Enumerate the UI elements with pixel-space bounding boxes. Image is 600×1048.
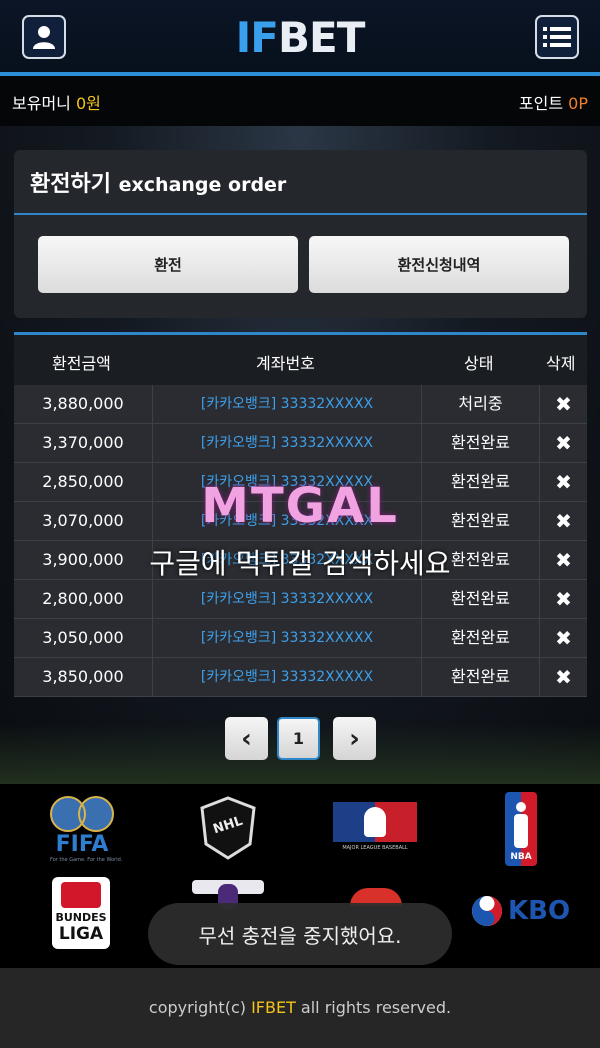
header-delete: 삭제 [546,354,576,373]
amount-cell: 3,370,000 [14,424,153,462]
copyright-suffix: all rights reserved. [295,998,452,1017]
copyright-brand: IFBET [251,998,296,1017]
money-label: 보유머니 [12,94,71,113]
bundesliga-logo: BUNDES LIGA [52,877,110,949]
header-account: 계좌번호 [256,354,315,373]
menu-button[interactable] [535,15,579,59]
title-korean: 환전하기 [30,172,111,197]
nba-logo: NBA [505,792,537,866]
amount-cell: 3,850,000 [14,658,153,696]
top-header: IFBET [0,0,600,76]
header-status: 상태 [464,354,494,373]
bundesliga-text-1: BUNDES [55,911,107,924]
account-cell: [카카오뱅크] 33332XXXXX [153,424,422,462]
point-balance: 포인트 0P [519,90,588,114]
delete-icon[interactable]: ✖ [540,385,587,423]
exchange-button[interactable]: 환전 [38,236,298,293]
watermark-logo: MTGAL [201,478,399,534]
footer: copyright(c) IFBET all rights reserved. [0,968,600,1048]
toast-message: 무선 충전을 중지했어요. [148,903,452,965]
point-value: 0P [568,94,588,113]
status-cell: 환전완료 [422,619,540,657]
exchange-history-button[interactable]: 환전신청내역 [309,236,569,293]
header-amount: 환전금액 [52,354,111,373]
table-header: 환전금액 계좌번호 상태 삭제 [14,332,587,385]
money-balance: 보유머니 0원 [12,90,101,114]
fifa-tagline: For the Game. For the World. [50,857,123,863]
account-cell: [카카오뱅크] 33332XXXXX [153,580,422,618]
table-row: 3,370,000 [카카오뱅크] 33332XXXXX 환전완료 ✖ [14,424,587,463]
amount-cell: 3,050,000 [14,619,153,657]
status-cell: 환전완료 [422,580,540,618]
bundesliga-text-2: LIGA [58,924,104,944]
next-page-button[interactable]: › [333,717,376,760]
table-row: 2,800,000 [카카오뱅크] 33332XXXXX 환전완료 ✖ [14,580,587,619]
table-row: 3,050,000 [카카오뱅크] 33332XXXXX 환전완료 ✖ [14,619,587,658]
copyright-prefix: copyright(c) [148,998,252,1017]
amount-cell: 3,880,000 [14,385,153,423]
status-cell: 환전완료 [422,658,540,696]
site-logo[interactable]: IFBET [0,13,600,62]
mlb-logo: MAJOR LEAGUE BASEBALL [333,802,417,854]
panel-divider [14,213,587,215]
fifa-logo: FIFA For the Game. For the World. [50,794,122,863]
fifa-text: FIFA [55,832,109,857]
table-row: 3,880,000 [카카오뱅크] 33332XXXXX 처리중 ✖ [14,385,587,424]
money-value: 0원 [75,94,101,113]
amount-cell: 2,800,000 [14,580,153,618]
status-cell: 처리중 [422,385,540,423]
mlb-text: MAJOR LEAGUE BASEBALL [342,845,408,851]
logo-bet: BET [277,13,365,62]
title-english: exchange order [118,174,287,196]
account-cell: [카카오뱅크] 33332XXXXX [153,385,422,423]
delete-icon[interactable]: ✖ [540,580,587,618]
logo-if: IF [235,13,279,62]
account-cell: [카카오뱅크] 33332XXXXX [153,619,422,657]
exchange-panel: 환전하기 exchange order 환전 환전신청내역 [14,150,587,318]
prev-page-button[interactable]: ‹ [225,717,268,760]
watermark-text: 구글에 먹튀갤 검색하세요 [149,547,451,580]
nba-text: NBA [510,852,532,862]
delete-icon[interactable]: ✖ [540,424,587,462]
balance-bar: 보유머니 0원 포인트 0P [0,76,600,126]
panel-title: 환전하기 exchange order [30,166,286,198]
delete-icon[interactable]: ✖ [540,658,587,696]
delete-icon[interactable]: ✖ [540,619,587,657]
table-row: 3,850,000 [카카오뱅크] 33332XXXXX 환전완료 ✖ [14,658,587,697]
page-1-button[interactable]: 1 [277,717,320,760]
point-label: 포인트 [518,94,564,113]
account-cell: [카카오뱅크] 33332XXXXX [153,658,422,696]
kbo-text: KBO [508,896,571,926]
watermark: MTGAL 구글에 먹튀갤 검색하세요 [0,478,600,582]
nhl-logo: NHL [198,796,258,864]
menu-icon [543,27,571,47]
copyright: copyright(c) IFBET all rights reserved. [0,998,600,1017]
status-cell: 환전완료 [422,424,540,462]
